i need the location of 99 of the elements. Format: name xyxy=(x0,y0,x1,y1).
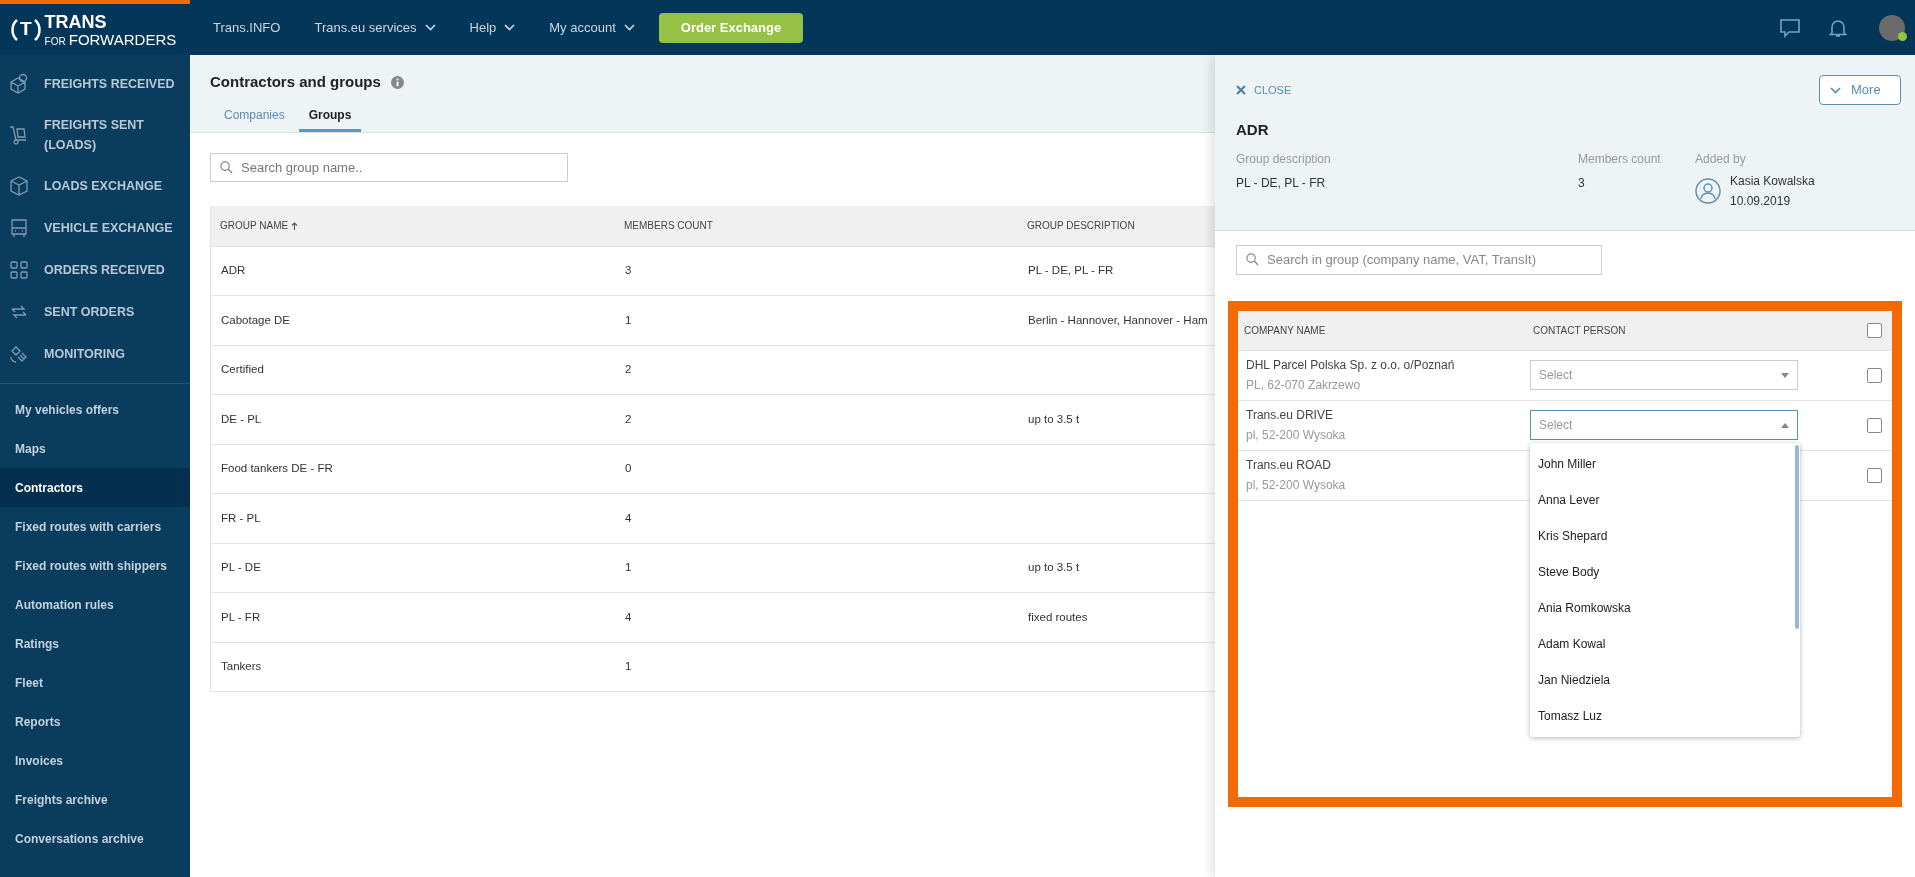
sidebar-item[interactable]: Invoices xyxy=(0,741,190,780)
date: 10.09.2019 xyxy=(1730,192,1792,210)
table-cell: 2 xyxy=(625,363,632,376)
checkbox[interactable] xyxy=(1867,322,1882,338)
table-cell: fixed routes xyxy=(1028,610,1088,623)
table-cell: Food tankers DE - FR xyxy=(221,462,333,475)
sidebar-menu-item[interactable]: LOADS EXCHANGE xyxy=(0,165,190,207)
field-label: Members count xyxy=(1578,150,1662,168)
more-button[interactable]: More xyxy=(1819,75,1901,105)
table-cell: 4 xyxy=(625,610,632,623)
dropdown-option[interactable]: Jan Niedziela xyxy=(1530,662,1795,698)
table-cell: Certified xyxy=(221,363,264,376)
table-cell: PL - DE, PL - FR xyxy=(1028,264,1114,277)
sidebar-item[interactable]: Freights archive xyxy=(0,780,190,819)
table-cell: 2 xyxy=(625,412,632,425)
close-icon xyxy=(1236,85,1246,96)
sidebar-menu-item[interactable]: FREIGHTS SENT (LOADS) xyxy=(0,105,190,165)
table-cell: ADR xyxy=(221,264,246,277)
sidebar-item[interactable]: Fleet xyxy=(0,663,190,702)
sidebar-item[interactable]: Fixed routes with carriers xyxy=(0,507,190,546)
checkbox[interactable] xyxy=(1867,367,1882,383)
sidebar-item[interactable]: Reports xyxy=(0,702,190,741)
sidebar-menu-item[interactable]: VEHICLE EXCHANGE xyxy=(0,207,190,249)
sort-arrow-up-icon xyxy=(291,221,299,230)
nav-link[interactable]: Trans.eu services xyxy=(314,17,436,38)
company-name: Trans.eu ROAD xyxy=(1246,457,1332,474)
field-value: PL - DE, PL - FR xyxy=(1236,174,1327,192)
dropdown-option[interactable]: Steve Body xyxy=(1530,554,1795,590)
sidebar-item[interactable]: Fixed routes with shippers xyxy=(0,546,190,585)
column-header[interactable]: CONTACT PERSON xyxy=(1533,322,1867,338)
dropdown-option[interactable]: Ania Romkowska xyxy=(1530,590,1795,626)
box-question-icon xyxy=(8,73,30,95)
caret-up-icon xyxy=(1781,422,1789,428)
sidebar-item[interactable]: Contractors xyxy=(0,468,190,507)
checkbox[interactable] xyxy=(1867,467,1882,483)
checkbox[interactable] xyxy=(1867,417,1882,433)
sidebar-item[interactable]: Ratings xyxy=(0,624,190,663)
search-icon xyxy=(1246,252,1259,266)
info-icon[interactable] xyxy=(390,75,404,89)
table-cell: Cabotage DE xyxy=(221,313,291,326)
page-title: Contractors and groups xyxy=(210,72,381,92)
sidebar-item[interactable]: Automation rules xyxy=(0,585,190,624)
scrollbar[interactable] xyxy=(1795,445,1799,629)
column-header[interactable]: COMPANY NAME xyxy=(1238,322,1533,338)
field-label: Added by xyxy=(1695,150,1747,168)
user-avatar[interactable] xyxy=(1879,14,1905,41)
user-name: Kasia Kowalska xyxy=(1730,172,1815,190)
bus-icon xyxy=(8,217,30,239)
table-cell: 1 xyxy=(625,313,632,326)
table-cell: DE - PL xyxy=(221,412,262,425)
sidebar-menu-item[interactable]: ORDERS RECEIVED xyxy=(0,249,190,291)
column-header[interactable]: GROUP NAME xyxy=(220,218,299,233)
user-icon xyxy=(1695,177,1721,204)
box-icon xyxy=(8,175,30,197)
table-cell: up to 3.5 t xyxy=(1028,412,1080,425)
dropdown-option[interactable]: Adam Kowal xyxy=(1530,626,1795,662)
company-name: DHL Parcel Polska Sp. z o.o. o/Poznań xyxy=(1246,357,1456,374)
table-cell: 0 xyxy=(625,462,632,475)
dropdown-option[interactable]: Kris Shepard xyxy=(1530,518,1795,554)
table-cell: 1 xyxy=(625,660,632,673)
sidebar-menu-item[interactable]: SENT ORDERS xyxy=(0,291,190,333)
tab[interactable]: Groups xyxy=(298,105,362,132)
table-cell: FR - PL xyxy=(221,511,261,524)
nav-link[interactable]: My account xyxy=(549,17,635,38)
nav-link[interactable]: Trans.INFO xyxy=(213,17,281,38)
table-cell: Berlin - Hannover, Hannover - Ham xyxy=(1028,313,1208,326)
company-address: pl, 52-200 Wysoka xyxy=(1246,427,1347,444)
grid-icon xyxy=(8,259,30,281)
caret-down-icon xyxy=(1781,372,1789,378)
table-cell: 3 xyxy=(625,264,632,277)
company-address: PL, 62-070 Zakrzewo xyxy=(1246,377,1362,394)
dropdown-option[interactable]: John Miller xyxy=(1530,446,1795,482)
table-cell: Tankers xyxy=(221,660,262,673)
chevron-down-icon xyxy=(1830,86,1841,94)
chat-icon[interactable] xyxy=(1779,17,1801,38)
table-cell: PL - DE xyxy=(221,561,261,574)
group-title: ADR xyxy=(1236,120,1270,140)
sidebar-item[interactable]: Conversations archive xyxy=(0,819,190,858)
dropdown-option[interactable]: Tomasz Luz xyxy=(1530,698,1795,734)
table-cell: 1 xyxy=(625,561,632,574)
sidebar-menu-item[interactable]: FREIGHTS RECEIVED xyxy=(0,63,190,105)
sidebar-item[interactable]: My vehicles offers xyxy=(0,390,190,429)
sidebar-menu-item[interactable]: MONITORING xyxy=(0,333,190,375)
column-header[interactable]: MEMBERS COUNT xyxy=(624,218,713,233)
table-cell: PL - FR xyxy=(221,610,261,623)
search-icon xyxy=(220,160,233,174)
table-cell: 4 xyxy=(625,511,632,524)
nav-link[interactable]: Help xyxy=(469,17,516,38)
sidebar-item[interactable]: Maps xyxy=(0,429,190,468)
bell-icon[interactable] xyxy=(1829,17,1847,38)
dropdown-option[interactable]: Anna Lever xyxy=(1530,482,1795,518)
column-header[interactable]: GROUP DESCRIPTION xyxy=(1027,218,1135,233)
company-address: pl, 52-200 Wysoka xyxy=(1246,477,1347,494)
group-search-field[interactable]: Search in group (company name, VAT, TransIt) xyxy=(1236,244,1602,275)
field-label: Group description xyxy=(1236,150,1332,168)
table-cell: up to 3.5 t xyxy=(1028,561,1080,574)
field-value: 3 xyxy=(1578,174,1586,192)
search-field[interactable]: Search group name.. xyxy=(210,152,568,182)
company-name: Trans.eu DRIVE xyxy=(1246,407,1334,424)
